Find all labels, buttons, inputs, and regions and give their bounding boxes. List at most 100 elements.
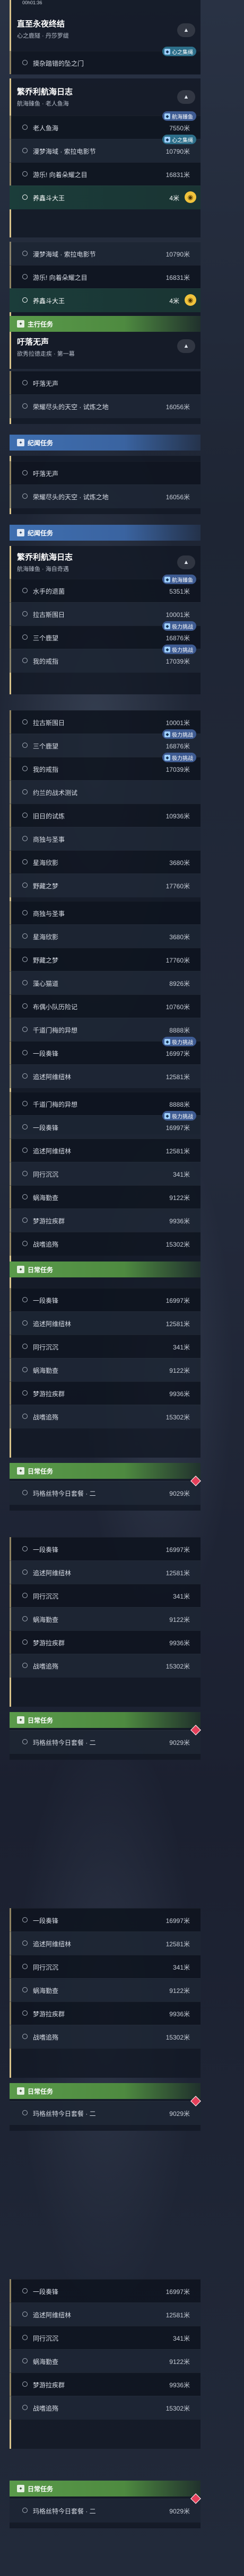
- quest-header[interactable]: 繁乔利航海日志 航海臻鱼 · 海自奇遇: [17, 551, 73, 573]
- collapse-button[interactable]: ▲: [177, 90, 195, 104]
- quest-step-row[interactable]: 荣耀尽头的天空 · 试炼之地 16056米: [10, 394, 201, 418]
- badge-label: 心之集绳: [172, 49, 193, 56]
- quest-step-row[interactable]: 梦游拉疾群 9936米: [10, 2372, 201, 2396]
- daily-quest-ribbon[interactable]: ✦ 日常任务: [10, 1463, 201, 1479]
- quest-step-row[interactable]: 商独与圣事: [10, 827, 201, 851]
- step-distance: 10760米: [165, 1003, 190, 1011]
- quest-step-row[interactable]: 追述阿维纽林 12581米: [10, 1560, 201, 1584]
- step-circle-icon: [22, 2312, 28, 2317]
- quest-step-row[interactable]: 野藏之梦 17760米: [10, 874, 201, 897]
- quest-step-row[interactable]: 吁落无声: [10, 371, 201, 395]
- quest-step-row[interactable]: 商独与圣事: [10, 901, 201, 925]
- quest-step-row[interactable]: 战嗜追殇 15302米: [10, 1232, 201, 1256]
- step-label: 蜗海勤查: [33, 1367, 59, 1374]
- quest-step-row[interactable]: 约兰的战术测试: [10, 780, 201, 804]
- collapse-button[interactable]: ▲: [177, 339, 195, 353]
- quest-step-row[interactable]: 追述阿维纽林 12581米: [10, 1064, 201, 1088]
- quest-step-row[interactable]: 战嗜追殇 15302米: [10, 2025, 201, 2049]
- quest-step-row[interactable]: 一段奏锋 16997米: [10, 1537, 201, 1561]
- extreme-challenge-badge: ◆ 极力挑战: [162, 1111, 196, 1121]
- step-label: 一段奏锋: [33, 1124, 59, 1132]
- quest-header[interactable]: 直至永夜终结 心之鹿隧 · 丹莎罗缇: [17, 18, 69, 40]
- quest-step-row[interactable]: 战嗜追殇 15302米: [10, 2396, 201, 2420]
- quest-step-row[interactable]: 追述阿维纽林 12581米: [10, 2302, 201, 2326]
- quest-step-row[interactable]: 同行沉沉 341米: [10, 2326, 201, 2350]
- quest-step-row[interactable]: 梦游拉疾群 9936米: [10, 2001, 201, 2025]
- quest-step-row[interactable]: 梦游拉疾群 9936米: [10, 1381, 201, 1405]
- quest-step-row[interactable]: 一段奏锋 16997米: [10, 2279, 201, 2303]
- step-distance: 15302米: [165, 2034, 190, 2041]
- quest-step-row[interactable]: 梦游拉疾群 9936米: [10, 1208, 201, 1232]
- quest-step-row[interactable]: 水手的退菌 5351米 ◆ 航海臻鱼: [10, 575, 201, 603]
- quest-step-row[interactable]: 野藏之梦 17760米: [10, 948, 201, 972]
- quest-step-row[interactable]: 蜗海勤查 9122米: [10, 2349, 201, 2373]
- quest-step-row[interactable]: 同行沉沉 341米: [10, 1955, 201, 1979]
- quest-step-row[interactable]: 游乐! 向着朵耀之目 16831米: [10, 162, 201, 186]
- quest-step-row[interactable]: 荣耀尽头的天空 · 试炼之地 16056米: [10, 484, 201, 508]
- step-distance: 16997米: [165, 1546, 190, 1554]
- daily-quest-ribbon[interactable]: ✦ 日常任务: [10, 2481, 201, 2496]
- quest-step-row[interactable]: 漫梦海域 · 索拉电影节 10790米: [10, 242, 201, 266]
- quest-panel-journal-scrolled: 漫梦海域 · 索拉电影节 10790米 游乐! 向着朵耀之目 16831米 养鑫…: [10, 242, 201, 369]
- quest-step-row[interactable]: 我的戒指 17039米 ◆ 极力挑战: [10, 645, 201, 673]
- quest-step-row[interactable]: 吁落无声: [10, 461, 201, 485]
- quest-step-row[interactable]: 玛格丝特今日套餐 · 二 9029米: [10, 2493, 201, 2522]
- step-label: 漫梦海域 · 索拉电影节: [33, 251, 96, 258]
- step-circle-icon: [22, 980, 28, 985]
- quest-step-row[interactable]: 蜗海勤查 9122米: [10, 1185, 201, 1209]
- quest-step-row[interactable]: 旧日的试炼 10936米: [10, 804, 201, 827]
- collapse-button[interactable]: ▲: [177, 555, 195, 569]
- quest-step-row[interactable]: 一段奏锋 16997米 ◆ 极力挑战: [10, 1111, 201, 1139]
- quest-step-row[interactable]: 星海欣影 3680米: [10, 850, 201, 874]
- quest-timer: 00h01:36: [22, 0, 42, 5]
- quest-step-row[interactable]: 布偶小队历险记 10760米: [10, 994, 201, 1018]
- quest-step-row[interactable]: 同行沉沉 341米: [10, 1584, 201, 1608]
- quest-step-row[interactable]: 一段奏锋 16997米 ◆ 极力挑战: [10, 1037, 201, 1065]
- quest-step-row[interactable]: 游乐! 向着朵耀之目 16831米: [10, 265, 201, 289]
- quest-header[interactable]: 吁落无声 欲秀拉德走疾 · 第一幕: [17, 336, 75, 358]
- quest-step-row[interactable]: 一段奏锋 16997米: [10, 1288, 201, 1312]
- quest-step-row[interactable]: 玛格丝特今日套餐 · 二 9029米: [10, 2096, 201, 2125]
- quest-step-row[interactable]: 蜗海勤查 9122米: [10, 1358, 201, 1382]
- quest-step-row[interactable]: 追述阿维纽林 12581米: [10, 1931, 201, 1955]
- daily-quest-ribbon[interactable]: ✦ 日常任务: [10, 2083, 201, 2099]
- quest-step-row[interactable]: 战嗜追殇 15302米: [10, 1654, 201, 1678]
- step-label: 一段奏锋: [33, 1917, 59, 1925]
- quest-step-row[interactable]: 追述阿维纽林 12581米: [10, 1139, 201, 1162]
- map-marker-icon[interactable]: ◉: [185, 191, 196, 203]
- explore-quest-ribbon[interactable]: ✦ 纪闻任务: [10, 525, 201, 541]
- main-quest-ribbon[interactable]: ✦ 主行任务: [10, 316, 201, 332]
- quest-step-row[interactable]: 追述阿维纽林 12581米: [10, 1311, 201, 1335]
- quest-step-row[interactable]: 蜗海勤查 9122米: [10, 1978, 201, 2002]
- ribbon-label: 日常任务: [28, 1266, 54, 1274]
- daily-quest-ribbon[interactable]: ✦ 日常任务: [10, 1712, 201, 1728]
- quest-step-row[interactable]: 梦游拉疾群 9936米: [10, 1630, 201, 1654]
- quest-step-row[interactable]: 玛格丝特今日套餐 · 二 9029米: [10, 1476, 201, 1505]
- quest-step-row[interactable]: 星海欣影 3680米: [10, 924, 201, 948]
- explore-quest-ribbon[interactable]: ✦ 纪闻任务: [10, 435, 201, 451]
- step-label: 战嗜追殇: [33, 1241, 59, 1248]
- quest-header[interactable]: 繁乔利航海日志 航海臻鱼 · 老人鱼海: [17, 86, 73, 108]
- step-label: 漫梦海域 · 索拉电影节: [33, 148, 96, 155]
- quest-step-row[interactable]: 同行沉沉 341米: [10, 1335, 201, 1358]
- map-marker-icon[interactable]: ◉: [185, 294, 196, 306]
- collapse-button[interactable]: ▲: [177, 23, 195, 37]
- quest-step-row-tracked[interactable]: 养鑫斗大王 4米 ◉: [10, 186, 201, 209]
- ship-icon: ◆: [164, 136, 170, 143]
- quest-step-row[interactable]: 漫梦海域 · 索拉电影节 10790米 ◆ 心之集绳: [10, 135, 201, 163]
- chevron-up-icon: ▲: [183, 559, 189, 566]
- quest-step-row[interactable]: 同行沉沉 341米: [10, 1162, 201, 1186]
- quest-step-row[interactable]: 战嗜追殇 15302米: [10, 1405, 201, 1428]
- quest-step-row[interactable]: 藻心猫道 8926米: [10, 971, 201, 995]
- step-label: 我的戒指: [33, 658, 59, 665]
- quest-step-row[interactable]: 摸杂踏错的坠之门 ◆ 心之集绳: [10, 47, 201, 75]
- step-distance: 16997米: [165, 1050, 190, 1057]
- quest-step-row[interactable]: 我的戒指 17039米 ◆ 极力挑战: [10, 753, 201, 781]
- quest-step-row[interactable]: 一段奏锋 16997米: [10, 1908, 201, 1932]
- step-label: 战嗜追殇: [33, 2034, 59, 2041]
- quest-step-row[interactable]: 蜗海勤查 9122米: [10, 1607, 201, 1631]
- quest-step-row-tracked[interactable]: 养鑫斗大王 4米 ◉: [10, 288, 201, 312]
- daily-quest-ribbon[interactable]: ✦ 日常任务: [10, 1261, 201, 1277]
- quest-step-row[interactable]: 玛格丝特今日套餐 · 二 9029米: [10, 1725, 201, 1754]
- step-circle-icon: [22, 403, 28, 409]
